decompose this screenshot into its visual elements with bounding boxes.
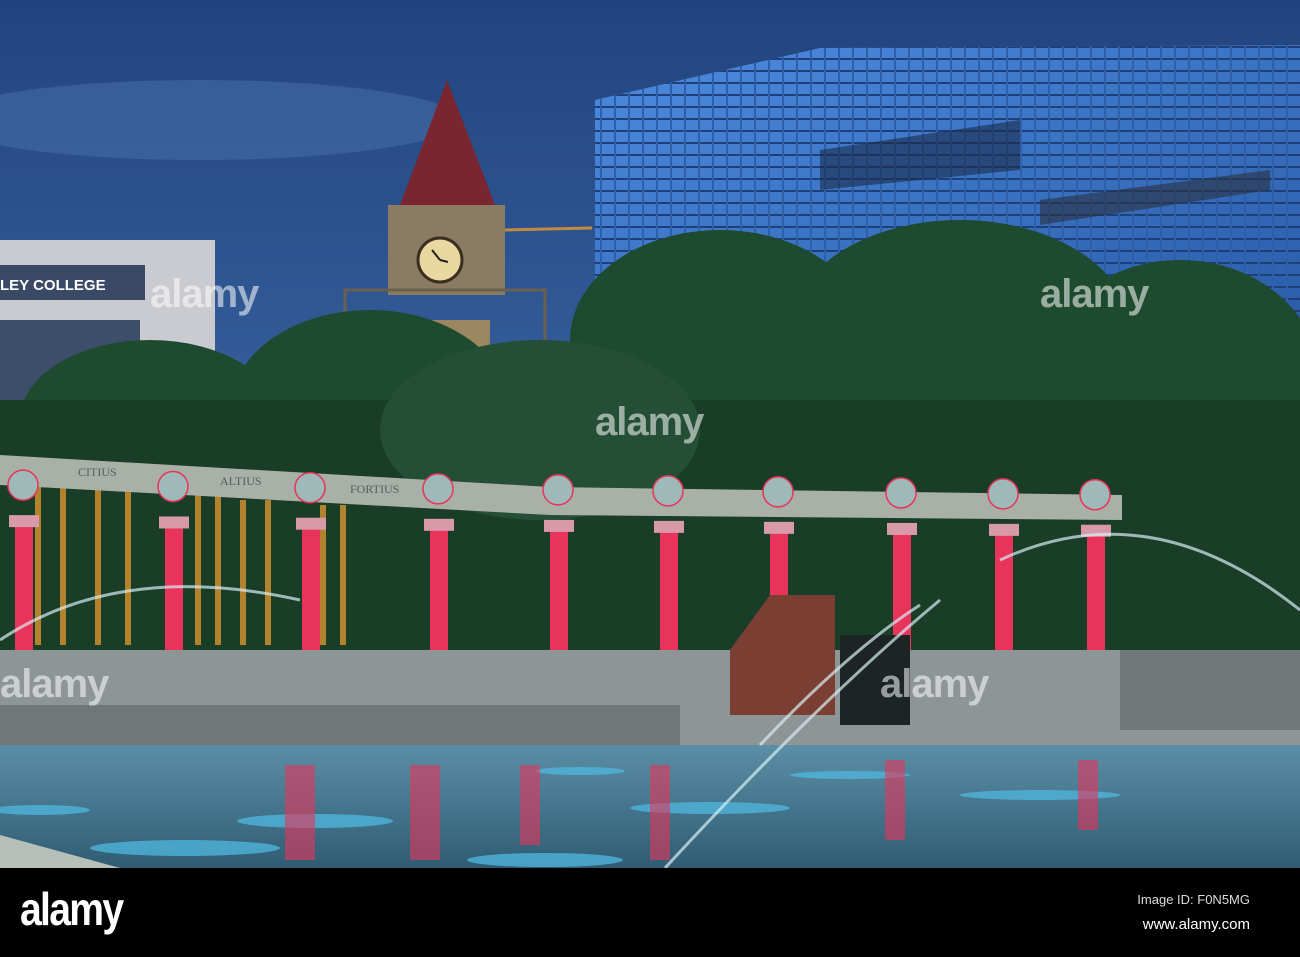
- arch-medallion: [542, 474, 574, 506]
- pillar-capital: [159, 516, 189, 529]
- pillar-capital: [544, 519, 574, 532]
- arch-medallion: [157, 470, 189, 503]
- inscription-fortius: FORTIUS: [350, 482, 399, 496]
- watermark: alamy: [0, 662, 109, 706]
- pillar-capital: [764, 521, 794, 534]
- arch-medallion: [294, 471, 326, 504]
- college-sign: LEY COLLEGE: [0, 277, 106, 294]
- pillar-capital: [887, 522, 917, 535]
- alamy-logo: alamy: [20, 883, 124, 935]
- colonnade-pillar: [995, 533, 1013, 665]
- pillar-capital: [9, 515, 39, 528]
- colonnade-pillar: [15, 525, 33, 665]
- arch-medallion: [885, 477, 917, 509]
- arch-medallion: [1079, 478, 1111, 511]
- colonnade-pillar: [550, 529, 568, 665]
- colonnade-pillar: [165, 526, 183, 665]
- pillar-capital: [424, 518, 454, 531]
- arch-medallion: [652, 475, 684, 507]
- pillar-capital: [296, 517, 326, 530]
- colonnade-pillar: [1087, 534, 1105, 665]
- photo-frame: LEY COLLEGE CITIUS ALTIUS FORTIUS alamy …: [0, 0, 1300, 957]
- watermark: alamy: [880, 662, 989, 706]
- arch-medallion: [422, 473, 454, 505]
- arch-medallion: [762, 476, 794, 508]
- image-id: Image ID: F0N5MG: [1137, 892, 1250, 907]
- watermark: alamy: [595, 400, 704, 444]
- arch-medallion: [7, 469, 39, 501]
- reflecting-pool: [0, 745, 1300, 868]
- colonnade-pillar: [430, 528, 448, 665]
- watermark: alamy: [150, 272, 259, 316]
- pillar-capital: [989, 523, 1019, 536]
- arch-medallion: [987, 478, 1019, 510]
- inscription-altius: ALTIUS: [220, 474, 262, 488]
- watermark: alamy: [1040, 272, 1149, 316]
- footer-bar: alamy Image ID: F0N5MG www.alamy.com: [0, 868, 1300, 957]
- inscription-citius: CITIUS: [78, 465, 117, 479]
- site-url: www.alamy.com: [1142, 916, 1250, 933]
- colonnade-pillar: [302, 527, 320, 665]
- colonnade-pillar: [660, 530, 678, 665]
- pillar-capital: [654, 520, 684, 533]
